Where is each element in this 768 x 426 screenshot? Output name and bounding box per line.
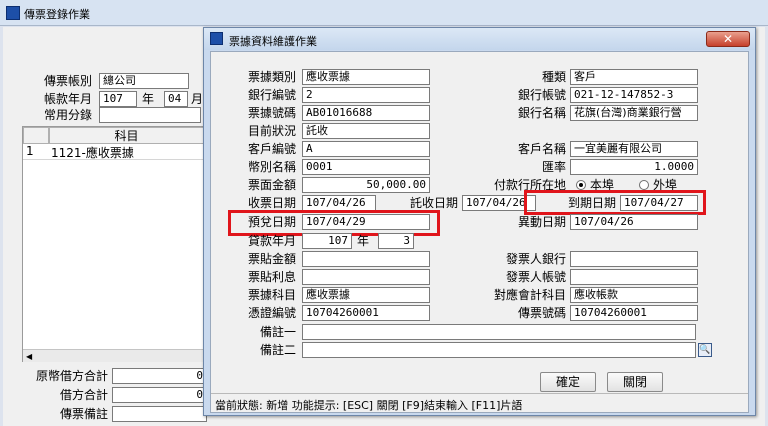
row-number: 1 bbox=[26, 144, 34, 158]
dialog-app-icon bbox=[210, 32, 223, 45]
change-date-label: 異動日期 bbox=[517, 215, 566, 229]
customer-code-label: 客戶編號 bbox=[247, 142, 296, 156]
dialog-close-button[interactable]: ✕ bbox=[706, 31, 750, 47]
row-subject: 1121-應收票據 bbox=[51, 146, 134, 160]
customer-name-field[interactable]: 一宜美麗有限公司 bbox=[570, 141, 698, 157]
due-date-field[interactable]: 107/04/27 bbox=[620, 195, 698, 211]
issuer-bank-label: 發票人銀行 bbox=[505, 252, 566, 266]
customer-name-label: 客戶名稱 bbox=[517, 142, 566, 156]
main-title-bar: 傳票登錄作業 bbox=[0, 0, 768, 26]
loan-month-field[interactable]: 3 bbox=[378, 233, 414, 249]
note1-label: 備註一 bbox=[259, 325, 296, 339]
issuer-account-label: 發票人帳號 bbox=[505, 270, 566, 284]
status-label: 目前狀況 bbox=[247, 124, 296, 138]
rate-label: 匯率 bbox=[541, 160, 566, 174]
bill-no-label: 票據號碼 bbox=[247, 106, 296, 120]
voucher-year-month-label: 帳款年月 bbox=[43, 92, 92, 106]
loan-year-unit: 年 bbox=[357, 234, 370, 248]
status-bar: 當前狀態: 新增 功能提示: [ESC] 關閉 [F9]結束輸入 [F11]片語 bbox=[211, 393, 748, 412]
face-amount-field[interactable]: 50,000.00 bbox=[302, 177, 430, 193]
debit-total-field: 0 bbox=[112, 368, 207, 384]
customer-code-field[interactable]: A bbox=[302, 141, 430, 157]
note2-field[interactable] bbox=[302, 342, 696, 358]
rate-field[interactable]: 1.0000 bbox=[570, 159, 698, 175]
bank-code-label: 銀行編號 bbox=[247, 88, 296, 102]
status-field[interactable]: 託收 bbox=[302, 123, 430, 139]
radio-selected-dot bbox=[579, 183, 583, 187]
debit-sum-field: 0 bbox=[112, 387, 207, 403]
confirm-button[interactable]: 確定 bbox=[540, 372, 596, 392]
status-text: 當前狀態: 新增 功能提示: [ESC] 關閉 [F9]結束輸入 [F11]片語 bbox=[215, 399, 523, 412]
table-header-subject: 科目 bbox=[49, 127, 204, 144]
bill-no-field[interactable]: AB01016688 bbox=[302, 105, 430, 121]
voucher-code-label: 傳票號碼 bbox=[517, 306, 566, 320]
expected-date-field[interactable]: 107/04/29 bbox=[302, 214, 430, 230]
bill-maintenance-dialog: 票據資料維護作業 ✕ 票據類別 應收票據 銀行編號 2 票據號碼 AB01016… bbox=[203, 27, 756, 416]
common-entry-label: 常用分錄 bbox=[43, 108, 92, 122]
debit-total-label: 原幣借方合計 bbox=[35, 369, 108, 383]
app-icon bbox=[6, 6, 20, 20]
acct-subject-field[interactable]: 應收帳款 bbox=[570, 287, 698, 303]
bank-name-label: 銀行名稱 bbox=[517, 106, 566, 120]
year-field[interactable]: 107 bbox=[99, 91, 137, 107]
due-date-label: 到期日期 bbox=[567, 196, 616, 210]
voucher-account-label: 傳票帳別 bbox=[43, 74, 92, 88]
bill-subject-label: 票據科目 bbox=[247, 288, 296, 302]
discount-amount-label: 票貼金額 bbox=[247, 252, 296, 266]
discount-interest-label: 票貼利息 bbox=[247, 270, 296, 284]
note1-field[interactable] bbox=[302, 324, 696, 340]
change-date-field[interactable]: 107/04/26 bbox=[570, 214, 698, 230]
table-row[interactable]: 1 1121-應收票據 bbox=[23, 144, 204, 160]
close-button[interactable]: 關閉 bbox=[607, 372, 663, 392]
deposit-date-label: 託收日期 bbox=[409, 196, 458, 210]
discount-amount-field[interactable] bbox=[302, 251, 430, 267]
voucher-code-field[interactable]: 10704260001 bbox=[570, 305, 698, 321]
lookup-icon[interactable]: 🔍 bbox=[698, 343, 712, 357]
month-unit: 月 bbox=[191, 92, 204, 106]
remark-field[interactable] bbox=[112, 406, 207, 422]
close-icon[interactable]: ✕ bbox=[723, 32, 733, 46]
voucher-account-field[interactable]: 總公司 bbox=[99, 73, 189, 89]
radio-remote[interactable] bbox=[639, 180, 649, 190]
table-header-no bbox=[23, 127, 49, 144]
common-entry-field[interactable] bbox=[99, 107, 201, 123]
bank-account-label: 銀行帳號 bbox=[517, 88, 566, 102]
bill-type-field[interactable]: 應收票據 bbox=[302, 69, 430, 85]
loan-year-field[interactable]: 107 bbox=[302, 233, 352, 249]
loan-ym-label: 貸款年月 bbox=[247, 234, 296, 248]
horizontal-scrollbar[interactable]: ◀ bbox=[23, 349, 204, 362]
category-label: 種類 bbox=[541, 70, 566, 84]
collect-date-label: 收票日期 bbox=[247, 196, 296, 210]
acct-subject-label: 對應會計科目 bbox=[493, 288, 566, 302]
scroll-left-icon[interactable]: ◀ bbox=[26, 352, 32, 361]
bank-code-field[interactable]: 2 bbox=[302, 87, 430, 103]
voucher-no-field[interactable]: 10704260001 bbox=[302, 305, 430, 321]
face-amount-label: 票面金額 bbox=[247, 178, 296, 192]
bill-type-label: 票據類別 bbox=[247, 70, 296, 84]
dialog-title: 票據資料維護作業 bbox=[229, 35, 317, 48]
bank-name-field[interactable]: 花旗(台灣)商業銀行營 bbox=[570, 105, 698, 121]
year-unit: 年 bbox=[142, 92, 155, 106]
note2-label: 備註二 bbox=[259, 343, 296, 357]
main-window-title: 傳票登錄作業 bbox=[24, 8, 90, 21]
month-field[interactable]: 04 bbox=[164, 91, 188, 107]
expected-date-label: 預兌日期 bbox=[247, 215, 296, 229]
bill-subject-field[interactable]: 應收票據 bbox=[302, 287, 430, 303]
discount-interest-field[interactable] bbox=[302, 269, 430, 285]
issuer-account-field[interactable] bbox=[570, 269, 698, 285]
bank-account-field[interactable]: 021-12-147852-3 bbox=[570, 87, 698, 103]
category-field[interactable]: 客戶 bbox=[570, 69, 698, 85]
entry-table: 科目 1 1121-應收票據 ◀ bbox=[22, 126, 204, 362]
currency-label: 幣別名稱 bbox=[247, 160, 296, 174]
remark-label: 傳票備註 bbox=[59, 407, 108, 421]
voucher-no-label: 憑證編號 bbox=[247, 306, 296, 320]
radio-local[interactable] bbox=[576, 180, 586, 190]
dialog-title-bar: 票據資料維護作業 ✕ bbox=[204, 28, 755, 50]
currency-field[interactable]: 0001 bbox=[302, 159, 430, 175]
debit-sum-label: 借方合計 bbox=[59, 388, 108, 402]
collect-date-field[interactable]: 107/04/26 bbox=[302, 195, 376, 211]
issuer-bank-field[interactable] bbox=[570, 251, 698, 267]
